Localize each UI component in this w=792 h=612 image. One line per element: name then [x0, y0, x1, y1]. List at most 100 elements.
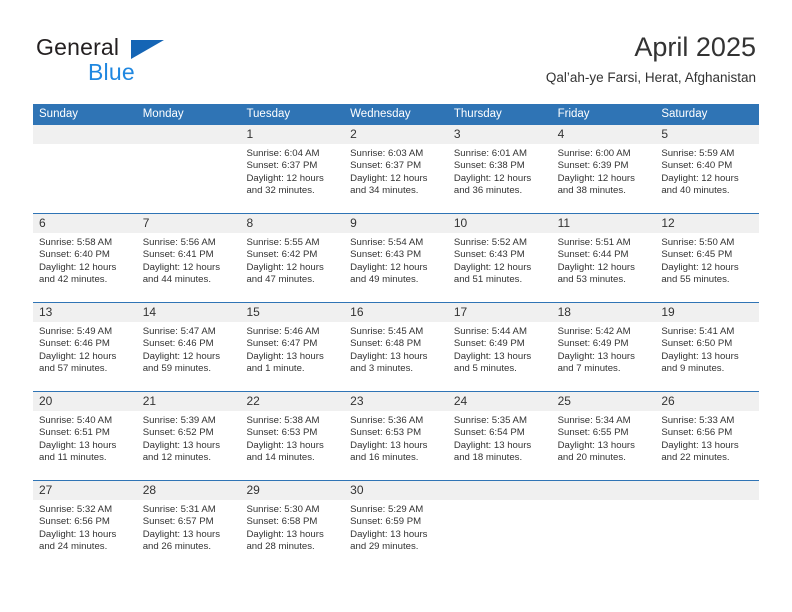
daylight-duration-line2: and 24 minutes.: [39, 540, 108, 552]
daylight-duration-line2: and 9 minutes.: [661, 362, 725, 374]
calendar-empty-cell: [447, 481, 552, 569]
day-number: [655, 481, 760, 500]
calendar-day-cell[interactable]: 15 Sunrise: 5:46 AM Sunset: 6:47 PM Dayligh…: [240, 303, 345, 391]
calendar-day-cell[interactable]: 6 Sunrise: 5:58 AM Sunset: 6:40 PM Daylight…: [33, 214, 137, 302]
daylight-duration-line2: and 59 minutes.: [142, 362, 211, 374]
daylight-duration-line2: and 57 minutes.: [39, 362, 108, 374]
daylight-duration-line1: Daylight: 12 hours: [661, 172, 739, 184]
daylight-duration-line2: and 55 minutes.: [661, 273, 730, 285]
day-details: Sunrise: 5:34 AM Sunset: 6:55 PM Daylight:…: [552, 411, 656, 464]
day-details: Sunrise: 5:51 AM Sunset: 6:44 PM Daylight:…: [552, 233, 656, 286]
sunset-time: Sunset: 6:47 PM: [246, 338, 318, 350]
sunrise-time: Sunrise: 5:47 AM: [142, 326, 216, 337]
daylight-duration-line1: Daylight: 12 hours: [453, 261, 532, 273]
calendar-day-cell[interactable]: 19 Sunrise: 5:41 AM Sunset: 6:50 PM Dayligh…: [655, 303, 760, 391]
calendar-day-cell[interactable]: 2 Sunrise: 6:03 AM Sunset: 6:37 PM Daylight…: [344, 125, 448, 213]
calendar-day-cell[interactable]: 22 Sunrise: 5:38 AM Sunset: 6:53 PM Dayligh…: [240, 392, 345, 480]
calendar-day-cell[interactable]: 30 Sunrise: 5:29 AM Sunset: 6:59 PM Dayligh…: [344, 481, 448, 569]
day-number: 28: [136, 481, 241, 500]
day-number: 9: [344, 214, 448, 233]
day-number: 24: [447, 392, 552, 411]
daylight-duration-line2: and 29 minutes.: [350, 540, 419, 552]
daylight-duration-line1: Daylight: 13 hours: [246, 439, 324, 451]
sunrise-time: Sunrise: 6:04 AM: [246, 148, 320, 159]
calendar-day-cell[interactable]: 21 Sunrise: 5:39 AM Sunset: 6:52 PM Dayligh…: [136, 392, 241, 480]
day-number: 19: [655, 303, 760, 322]
calendar-day-cell[interactable]: 28 Sunrise: 5:31 AM Sunset: 6:57 PM Dayligh…: [136, 481, 241, 569]
day-number: 13: [33, 303, 137, 322]
day-details: Sunrise: 5:31 AM Sunset: 6:57 PM Daylight:…: [137, 500, 241, 553]
sunrise-time: Sunrise: 5:33 AM: [661, 415, 735, 426]
weeks-container: 1 Sunrise: 6:04 AM Sunset: 6:37 PM Daylight…: [33, 125, 760, 569]
day-details: Sunrise: 6:03 AM Sunset: 6:37 PM Daylight:…: [344, 144, 448, 197]
sunset-time: Sunset: 6:40 PM: [661, 160, 733, 172]
calendar-empty-cell: [136, 125, 241, 213]
sunset-time: Sunset: 6:51 PM: [39, 427, 110, 439]
calendar-day-cell[interactable]: 24 Sunrise: 5:35 AM Sunset: 6:54 PM Dayligh…: [447, 392, 552, 480]
daylight-duration-line1: Daylight: 12 hours: [142, 350, 221, 362]
triangle-icon: [131, 40, 164, 59]
calendar-day-cell[interactable]: 4 Sunrise: 6:00 AM Sunset: 6:39 PM Daylight…: [551, 125, 656, 213]
daylight-duration-line1: Daylight: 12 hours: [661, 261, 739, 273]
sunset-time: Sunset: 6:56 PM: [661, 427, 733, 439]
daylight-duration-line1: Daylight: 13 hours: [350, 350, 428, 362]
dow-wednesday: Wednesday: [350, 108, 411, 120]
calendar-day-cell[interactable]: 8 Sunrise: 5:55 AM Sunset: 6:42 PM Daylight…: [240, 214, 345, 302]
daylight-duration-line2: and 1 minute.: [246, 362, 305, 374]
day-number: 1: [240, 125, 345, 144]
calendar-day-cell[interactable]: 11 Sunrise: 5:51 AM Sunset: 6:44 PM Dayligh…: [551, 214, 656, 302]
day-number: 7: [136, 214, 241, 233]
day-details: Sunrise: 5:54 AM Sunset: 6:43 PM Daylight:…: [344, 233, 448, 286]
day-details: Sunrise: 5:56 AM Sunset: 6:41 PM Daylight:…: [137, 233, 241, 286]
page-subtitle: Qal’ah-ye Farsi, Herat, Afghanistan: [545, 70, 756, 85]
calendar-day-cell[interactable]: 17 Sunrise: 5:44 AM Sunset: 6:49 PM Dayligh…: [447, 303, 552, 391]
day-details: Sunrise: 5:38 AM Sunset: 6:53 PM Daylight:…: [240, 411, 344, 464]
page-header: General Blue April 2025 Qal’ah-ye Farsi,…: [0, 0, 792, 104]
daylight-duration-line1: Daylight: 13 hours: [453, 350, 532, 362]
calendar-day-cell[interactable]: 20 Sunrise: 5:40 AM Sunset: 6:51 PM Dayligh…: [33, 392, 137, 480]
sunset-time: Sunset: 6:42 PM: [246, 249, 318, 261]
day-number: 8: [240, 214, 345, 233]
sunrise-time: Sunrise: 5:38 AM: [246, 415, 320, 426]
calendar-page: General Blue April 2025 Qal’ah-ye Farsi,…: [0, 0, 792, 612]
day-details: Sunrise: 5:46 AM Sunset: 6:47 PM Daylight:…: [240, 322, 344, 375]
day-number: 26: [655, 392, 760, 411]
calendar-day-cell[interactable]: 27 Sunrise: 5:32 AM Sunset: 6:56 PM Dayligh…: [33, 481, 137, 569]
calendar-day-cell[interactable]: 29 Sunrise: 5:30 AM Sunset: 6:58 PM Dayligh…: [240, 481, 345, 569]
day-number: 25: [551, 392, 656, 411]
calendar-day-cell[interactable]: 7 Sunrise: 5:56 AM Sunset: 6:41 PM Daylight…: [136, 214, 241, 302]
day-details: Sunrise: 5:35 AM Sunset: 6:54 PM Daylight:…: [448, 411, 552, 464]
brand-logo[interactable]: General Blue: [36, 34, 256, 90]
sunset-time: Sunset: 6:50 PM: [661, 338, 733, 350]
calendar-day-cell[interactable]: 14 Sunrise: 5:47 AM Sunset: 6:46 PM Dayligh…: [136, 303, 241, 391]
sunset-time: Sunset: 6:49 PM: [453, 338, 525, 350]
day-number: 18: [551, 303, 656, 322]
calendar-day-cell[interactable]: 3 Sunrise: 6:01 AM Sunset: 6:38 PM Daylight…: [447, 125, 552, 213]
calendar-day-cell[interactable]: 26 Sunrise: 5:33 AM Sunset: 6:56 PM Dayligh…: [655, 392, 760, 480]
daylight-duration-line2: and 26 minutes.: [142, 540, 211, 552]
sunrise-time: Sunrise: 5:44 AM: [453, 326, 527, 337]
calendar-day-cell[interactable]: 1 Sunrise: 6:04 AM Sunset: 6:37 PM Daylight…: [240, 125, 345, 213]
calendar-day-cell[interactable]: 13 Sunrise: 5:49 AM Sunset: 6:46 PM Dayligh…: [33, 303, 137, 391]
calendar-day-cell[interactable]: 9 Sunrise: 5:54 AM Sunset: 6:43 PM Daylight…: [344, 214, 448, 302]
sunset-time: Sunset: 6:58 PM: [246, 516, 318, 528]
day-details: Sunrise: 5:40 AM Sunset: 6:51 PM Daylight:…: [33, 411, 137, 464]
sunrise-time: Sunrise: 5:41 AM: [661, 326, 735, 337]
sunrise-time: Sunrise: 6:01 AM: [453, 148, 527, 159]
calendar-grid: Sunday Monday Tuesday Wednesday Thursday…: [33, 104, 760, 569]
calendar-day-cell[interactable]: 16 Sunrise: 5:45 AM Sunset: 6:48 PM Dayligh…: [344, 303, 448, 391]
calendar-empty-cell: [33, 125, 137, 213]
calendar-day-cell[interactable]: 23 Sunrise: 5:36 AM Sunset: 6:53 PM Dayligh…: [344, 392, 448, 480]
sunset-time: Sunset: 6:52 PM: [142, 427, 214, 439]
calendar-day-cell[interactable]: 10 Sunrise: 5:52 AM Sunset: 6:43 PM Dayligh…: [447, 214, 552, 302]
calendar-day-cell[interactable]: 5 Sunrise: 5:59 AM Sunset: 6:40 PM Daylight…: [655, 125, 760, 213]
brand-name-blue: Blue: [88, 59, 135, 85]
sunset-time: Sunset: 6:44 PM: [557, 249, 629, 261]
calendar-day-cell[interactable]: 18 Sunrise: 5:42 AM Sunset: 6:49 PM Dayligh…: [551, 303, 656, 391]
calendar-day-cell[interactable]: 25 Sunrise: 5:34 AM Sunset: 6:55 PM Dayligh…: [551, 392, 656, 480]
sunrise-time: Sunrise: 5:35 AM: [453, 415, 527, 426]
daylight-duration-line1: Daylight: 12 hours: [142, 261, 221, 273]
calendar-day-cell[interactable]: 12 Sunrise: 5:50 AM Sunset: 6:45 PM Dayligh…: [655, 214, 760, 302]
day-number: 17: [447, 303, 552, 322]
day-details: Sunrise: 6:01 AM Sunset: 6:38 PM Daylight:…: [448, 144, 552, 197]
